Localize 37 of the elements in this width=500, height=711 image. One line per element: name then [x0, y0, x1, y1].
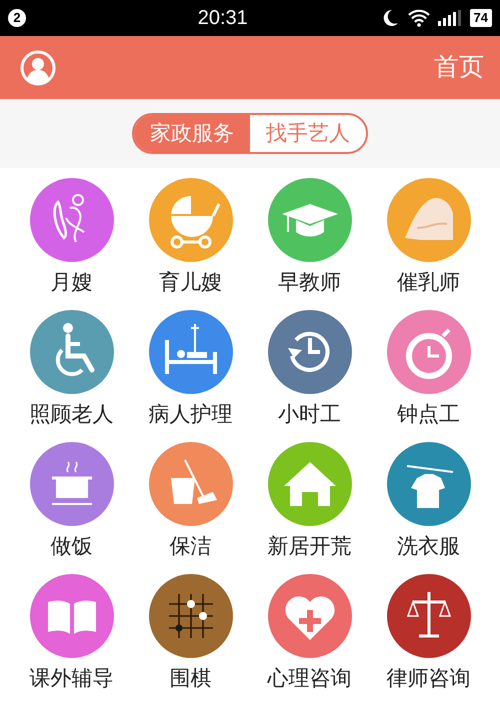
notification-badge: 2 — [8, 9, 26, 27]
house-icon[interactable] — [268, 442, 352, 526]
battery-level: 74 — [470, 9, 492, 27]
service-label[interactable]: 钟点工 — [397, 402, 460, 428]
bucket-mop-icon[interactable] — [148, 442, 232, 526]
service-label[interactable]: 课外辅导 — [30, 666, 114, 692]
heart-cross-icon[interactable] — [268, 574, 352, 658]
service-label[interactable]: 心理咨询 — [268, 666, 352, 692]
avatar-icon[interactable] — [20, 50, 56, 86]
stopwatch-icon[interactable] — [386, 310, 470, 394]
service-label[interactable]: 月嫂 — [50, 270, 92, 296]
service-label[interactable]: 新居开荒 — [268, 534, 352, 560]
scales-icon[interactable] — [386, 574, 470, 658]
go-board-icon[interactable] — [148, 574, 232, 658]
wifi-icon — [408, 9, 430, 27]
service-label[interactable]: 做饭 — [50, 534, 92, 560]
service-label[interactable]: 早教师 — [278, 270, 341, 296]
signal-icon — [438, 10, 462, 26]
service-label[interactable]: 病人护理 — [148, 402, 232, 428]
service-label[interactable]: 律师咨询 — [386, 666, 470, 692]
cooking-pot-icon[interactable] — [30, 442, 114, 526]
graduation-cap-icon[interactable] — [268, 178, 352, 262]
service-label[interactable]: 洗衣服 — [397, 534, 460, 560]
page-title: 首页 — [434, 52, 484, 83]
service-label[interactable]: 育儿嫂 — [159, 270, 222, 296]
shirt-icon[interactable] — [386, 442, 470, 526]
clock-history-icon[interactable] — [268, 310, 352, 394]
wheelchair-icon[interactable] — [30, 310, 114, 394]
service-label[interactable]: 保洁 — [170, 534, 212, 560]
service-label[interactable]: 催乳师 — [397, 270, 460, 296]
clock-time: 20:31 — [196, 6, 249, 31]
hospital-bed-icon[interactable] — [148, 310, 232, 394]
open-book-icon[interactable] — [30, 574, 114, 658]
service-label[interactable]: 围棋 — [170, 666, 212, 692]
service-label[interactable]: 小时工 — [278, 402, 341, 428]
stroller-icon[interactable] — [148, 178, 232, 262]
service-label[interactable]: 照顾老人 — [30, 402, 114, 428]
